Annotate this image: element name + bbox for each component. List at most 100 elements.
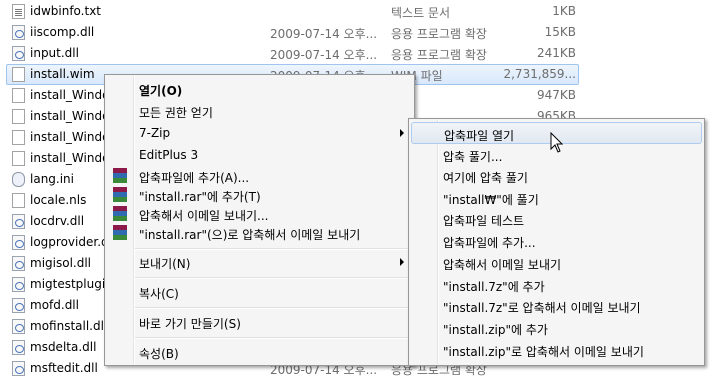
file-row[interactable]: iiscomp.dll 2009-07-14 오후... 응용 프로그램 확장 15K… xyxy=(0,22,712,43)
dll-file-icon xyxy=(12,361,25,376)
submenu-item-label: "install.zip"에 추가 xyxy=(443,323,548,337)
menu-item-7zip-label: 7-Zip xyxy=(139,126,171,140)
file-name: install_Windo xyxy=(30,151,110,165)
file-size: 241KB xyxy=(536,46,576,60)
menu-separator xyxy=(135,248,410,250)
submenu-item-compress-email[interactable]: 압축해서 이메일 보내기 xyxy=(411,252,702,274)
file-name: iiscomp.dll xyxy=(30,25,95,39)
dll-file-icon xyxy=(12,340,25,355)
file-date: 2009-07-14 오후... xyxy=(270,48,378,62)
file-size: 2,731,859... xyxy=(503,67,576,81)
file-size: 1KB xyxy=(552,4,576,18)
submenu-item-test-archive[interactable]: 압축파일 테스트 xyxy=(411,208,702,230)
submenu-item-email-zip[interactable]: "install.zip"로 압축해서 이메일 보내기 xyxy=(411,339,702,361)
submenu-item-add-to-archive[interactable]: 압축파일에 추가... xyxy=(411,230,702,252)
file-row[interactable]: idwbinfo.txt 텍스트 문서 1KB xyxy=(0,1,712,22)
file-row[interactable]: input.dll 2009-07-14 오후... 응용 프로그램 확장 241KB xyxy=(0,43,712,64)
dll-file-icon xyxy=(12,46,25,61)
menu-separator xyxy=(135,337,410,339)
menu-item-open-label: 열기(O) xyxy=(139,84,183,98)
file-type: 응용 프로그램 확장 xyxy=(391,27,487,41)
file-icon xyxy=(12,67,25,82)
file-type: 응용 프로그램 확장 xyxy=(391,48,487,62)
dll-file-icon xyxy=(12,235,25,250)
file-name: migtestplugin xyxy=(30,277,113,291)
menu-item-properties[interactable]: 속성(B) xyxy=(107,341,412,363)
winrar-icon xyxy=(113,206,127,221)
file-name: locdrv.dll xyxy=(30,214,85,228)
submenu-item-extract-here[interactable]: 여기에 압축 풀기 xyxy=(411,165,702,187)
menu-item-rar-email-named-label: "install.rar"(으)로 압축해서 이메일 보내기 xyxy=(139,228,361,242)
submenu-item-add-zip[interactable]: "install.zip"에 추가 xyxy=(411,317,702,339)
submenu-item-label: 압축파일 테스트 xyxy=(443,214,525,228)
file-name: migisol.dll xyxy=(30,256,92,270)
dll-file-icon xyxy=(12,25,25,40)
file-name: install_Windo xyxy=(30,88,110,102)
file-date: 2009-07-14 오후... xyxy=(270,27,378,41)
file-name: msftedit.dll xyxy=(30,361,98,375)
file-name: input.dll xyxy=(30,46,79,60)
file-name: install.wim xyxy=(30,67,95,81)
dll-file-icon xyxy=(12,256,25,271)
dll-file-icon xyxy=(12,298,25,313)
submenu-item-label: 압축해서 이메일 보내기 xyxy=(443,258,562,272)
submenu-arrow-icon xyxy=(400,258,404,266)
file-name: msdelta.dll xyxy=(30,340,97,354)
submenu-item-label: 여기에 압축 풀기 xyxy=(443,171,528,185)
menu-item-all-access[interactable]: 모든 권한 얻기 xyxy=(107,100,412,122)
file-icon xyxy=(12,151,25,166)
submenu-item-label: 압축파일에 추가... xyxy=(443,236,536,250)
file-size: 15KB xyxy=(544,25,576,39)
dll-file-icon xyxy=(12,214,25,229)
file-size: 947KB xyxy=(536,88,576,102)
menu-item-7zip[interactable]: 7-Zip xyxy=(107,122,412,144)
menu-item-properties-label: 속성(B) xyxy=(139,347,179,361)
winrar-icon xyxy=(113,225,127,240)
menu-separator xyxy=(135,277,410,279)
submenu-item-label: "install.7z"로 압축해서 이메일 보내기 xyxy=(443,301,641,315)
dll-file-icon xyxy=(12,277,25,292)
file-icon xyxy=(12,130,25,145)
winrar-icon xyxy=(113,168,127,183)
file-name: idwbinfo.txt xyxy=(30,4,102,18)
menu-separator xyxy=(135,307,410,309)
submenu-item-label: "install₩"에 풀기 xyxy=(443,193,539,207)
file-name: logprovider.dl xyxy=(30,235,112,249)
file-name: mofinstall.dll xyxy=(30,319,108,333)
file-name: locale.nls xyxy=(30,193,87,207)
context-menu: 열기(O) 모든 권한 얻기 7-Zip EditPlus 3 압축파일에 추가… xyxy=(104,74,415,366)
file-icon xyxy=(12,109,25,124)
file-icon xyxy=(12,193,25,208)
submenu-item-label: "install.zip"로 압축해서 이메일 보내기 xyxy=(443,345,644,359)
menu-item-shortcut[interactable]: 바로 가기 만들기(S) xyxy=(107,311,412,333)
file-name: mofd.dll xyxy=(30,298,79,312)
menu-item-editplus[interactable]: EditPlus 3 xyxy=(107,144,412,166)
submenu-item-extract-to-folder[interactable]: "install₩"에 풀기 xyxy=(411,187,702,209)
file-name: install_Windo xyxy=(30,130,110,144)
menu-item-open[interactable]: 열기(O) xyxy=(107,78,412,100)
submenu-arrow-icon xyxy=(400,129,404,137)
menu-item-editplus-label: EditPlus 3 xyxy=(139,148,199,162)
file-type: 텍스트 문서 xyxy=(391,6,451,20)
winrar-icon xyxy=(113,187,127,202)
menu-item-send-to-label: 보내기(N) xyxy=(139,257,191,271)
submenu-item-label: 압축파일 열기 xyxy=(444,129,515,143)
menu-item-shortcut-label: 바로 가기 만들기(S) xyxy=(139,317,241,331)
mouse-cursor-icon xyxy=(550,132,564,153)
menu-item-send-to[interactable]: 보내기(N) xyxy=(107,251,412,273)
menu-item-copy[interactable]: 복사(C) xyxy=(107,281,412,303)
menu-item-copy-label: 복사(C) xyxy=(139,287,179,301)
submenu-item-label: 압축 풀기... xyxy=(443,150,503,164)
dll-file-icon xyxy=(12,319,25,334)
text-file-icon xyxy=(12,4,25,19)
file-icon xyxy=(12,88,25,103)
submenu-item-label: "install.7z"에 추가 xyxy=(443,280,545,294)
submenu-item-add-7z[interactable]: "install.7z"에 추가 xyxy=(411,274,702,296)
menu-item-all-access-label: 모든 권한 얻기 xyxy=(139,106,213,120)
file-name: install_Windo xyxy=(30,109,110,123)
settings-file-icon xyxy=(12,172,25,187)
menu-item-rar-email-named[interactable]: "install.rar"(으)로 압축해서 이메일 보내기 xyxy=(107,222,412,244)
sevenzip-submenu: 압축파일 열기 압축 풀기... 여기에 압축 풀기 "install₩"에 풀… xyxy=(408,118,705,366)
submenu-item-email-7z[interactable]: "install.7z"로 압축해서 이메일 보내기 xyxy=(411,295,702,317)
file-name: lang.ini xyxy=(30,172,74,186)
